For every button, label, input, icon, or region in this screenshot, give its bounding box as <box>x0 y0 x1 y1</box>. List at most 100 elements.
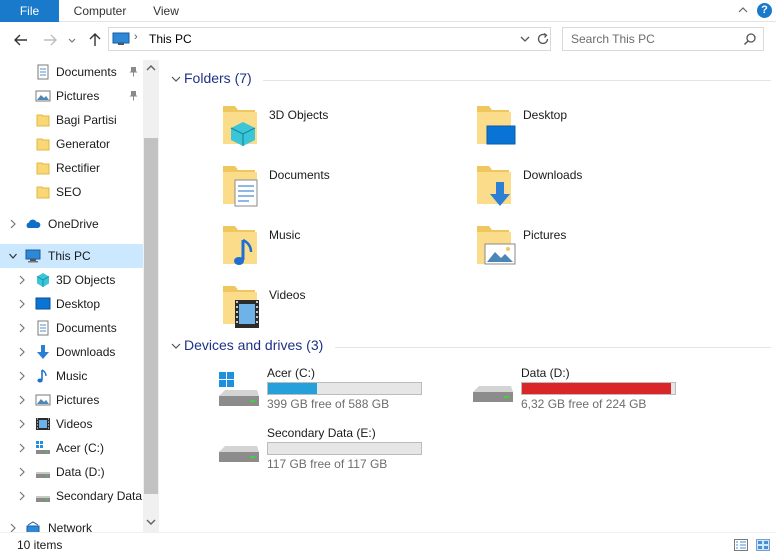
sidebar-item-generator[interactable]: Generator <box>0 132 143 156</box>
recent-locations-chevron-icon[interactable] <box>66 31 78 49</box>
folder-icon <box>36 138 50 151</box>
tab-computer[interactable]: Computer <box>70 0 130 22</box>
status-bar: 10 items <box>0 532 776 557</box>
folder-tile-music[interactable]: Music <box>219 222 459 274</box>
chevron-down-icon[interactable] <box>519 34 531 44</box>
sidebar-item-label: Downloads <box>56 345 116 359</box>
details-view-icon[interactable] <box>734 539 748 551</box>
folder-tile-3d-objects[interactable]: 3D Objects <box>219 102 459 154</box>
chevron-right-icon[interactable] <box>18 395 26 405</box>
back-arrow-icon[interactable] <box>12 31 30 49</box>
large-icons-view-icon[interactable] <box>756 539 770 551</box>
sidebar-item-acer-c[interactable]: Acer (C:) <box>0 436 143 460</box>
sidebar-item-documents[interactable]: Documents <box>0 316 143 340</box>
pin-icon[interactable] <box>128 66 139 77</box>
system-drive-icon <box>219 372 259 406</box>
chevron-down-icon[interactable] <box>171 75 181 83</box>
3d-objects-folder-icon <box>223 106 257 146</box>
sidebar-item-videos[interactable]: Videos <box>0 412 143 436</box>
folders-group-label: Folders (7) <box>184 70 252 86</box>
folder-tile-pictures[interactable]: Pictures <box>473 222 713 274</box>
scroll-up-arrow-icon[interactable] <box>146 64 156 72</box>
sidebar-item-onedrive[interactable]: OneDrive <box>0 212 143 236</box>
scroll-down-arrow-icon[interactable] <box>146 518 156 526</box>
sidebar-item-label: This PC <box>48 249 91 263</box>
chevron-right-icon[interactable] <box>18 491 26 501</box>
sidebar-item-3d-objects[interactable]: 3D Objects <box>0 268 143 292</box>
folder-label: 3D Objects <box>269 108 329 122</box>
breadcrumb-this-pc[interactable]: This PC <box>149 32 192 46</box>
drive-tile-data-d[interactable]: Data (D:) 6,32 GB free of 224 GB <box>471 366 711 418</box>
up-arrow-icon[interactable] <box>86 31 104 49</box>
pictures-folder-icon <box>477 226 516 265</box>
chevron-right-icon[interactable] <box>18 275 26 285</box>
item-count: 10 items <box>17 538 63 552</box>
sidebar-item-label: SEO <box>56 185 82 199</box>
sidebar-item-rectifier[interactable]: Rectifier <box>0 156 143 180</box>
breadcrumb-separator[interactable]: › <box>134 31 138 43</box>
folder-tile-desktop[interactable]: Desktop <box>473 102 713 154</box>
chevron-right-icon[interactable] <box>9 219 17 229</box>
folder-icon <box>36 186 50 199</box>
sidebar-item-label: Network <box>48 521 93 532</box>
sidebar-item-data-d[interactable]: Data (D:) <box>0 460 143 484</box>
help-icon[interactable]: ? <box>757 3 772 18</box>
chevron-right-icon[interactable] <box>9 523 17 532</box>
sidebar-item-pictures[interactable]: Pictures <box>0 388 143 412</box>
sidebar-item-network[interactable]: Network <box>0 516 143 532</box>
chevron-down-icon[interactable] <box>171 342 181 350</box>
address-bar[interactable]: › This PC <box>108 27 551 51</box>
sidebar-item-label: 3D Objects <box>56 273 116 287</box>
sidebar-item-this-pc[interactable]: This PC <box>0 244 143 268</box>
chevron-right-icon[interactable] <box>18 419 26 429</box>
folder-tile-documents[interactable]: Documents <box>219 162 459 214</box>
chevron-right-icon[interactable] <box>18 467 26 477</box>
system-drive-icon <box>36 441 50 454</box>
folder-tile-videos[interactable]: Videos <box>219 282 459 334</box>
chevron-up-icon[interactable] <box>736 3 750 17</box>
folder-label: Music <box>269 228 301 242</box>
drive-icon <box>219 446 259 462</box>
folder-icon <box>36 162 50 175</box>
network-icon <box>26 521 40 532</box>
folder-label: Downloads <box>523 168 583 182</box>
this-pc-icon <box>112 32 130 45</box>
chevron-right-icon[interactable] <box>18 347 26 357</box>
sidebar-item-seo[interactable]: SEO <box>0 180 143 204</box>
onedrive-icon <box>26 219 41 228</box>
devices-group-divider <box>335 347 771 348</box>
refresh-icon[interactable] <box>536 32 550 46</box>
scroll-thumb[interactable] <box>144 138 158 494</box>
sidebar-item-downloads[interactable]: Downloads <box>0 340 143 364</box>
drive-free-space: 6,32 GB free of 224 GB <box>521 397 647 411</box>
folder-tile-downloads[interactable]: Downloads <box>473 162 713 214</box>
sidebar-item-desktop[interactable]: Desktop <box>0 292 143 316</box>
tab-view[interactable]: View <box>146 0 186 22</box>
sidebar-item-documents-quick[interactable]: Documents <box>0 60 143 84</box>
sidebar-item-pictures-quick[interactable]: Pictures <box>0 84 143 108</box>
downloads-icon <box>37 345 49 359</box>
search-icon[interactable] <box>743 32 757 46</box>
music-icon <box>37 369 47 383</box>
ribbon: File Computer View ? <box>0 0 776 22</box>
sidebar-scrollbar[interactable] <box>143 60 159 532</box>
drive-usage-bar <box>267 382 422 395</box>
chevron-down-icon[interactable] <box>9 251 17 261</box>
sidebar-item-bagi-partisi[interactable]: Bagi Partisi <box>0 108 143 132</box>
pin-icon[interactable] <box>128 90 139 101</box>
search-box[interactable]: Search This PC <box>562 27 764 51</box>
chevron-right-icon[interactable] <box>18 443 26 453</box>
chevron-right-icon[interactable] <box>18 323 26 333</box>
tab-file[interactable]: File <box>0 0 59 22</box>
forward-arrow-icon[interactable] <box>41 31 59 49</box>
search-placeholder: Search This PC <box>571 32 655 46</box>
sidebar-item-secondary-data[interactable]: Secondary Data <box>0 484 143 508</box>
folders-group-divider <box>263 80 771 81</box>
chevron-right-icon[interactable] <box>18 371 26 381</box>
chevron-right-icon[interactable] <box>18 299 26 309</box>
drive-tile-acer-c[interactable]: Acer (C:) 399 GB free of 588 GB <box>217 366 457 418</box>
3d-objects-icon <box>36 273 50 287</box>
sidebar-item-music[interactable]: Music <box>0 364 143 388</box>
sidebar-item-label: Secondary Data <box>56 489 143 503</box>
drive-tile-secondary-data-e[interactable]: Secondary Data (E:) 117 GB free of 117 G… <box>217 426 457 478</box>
